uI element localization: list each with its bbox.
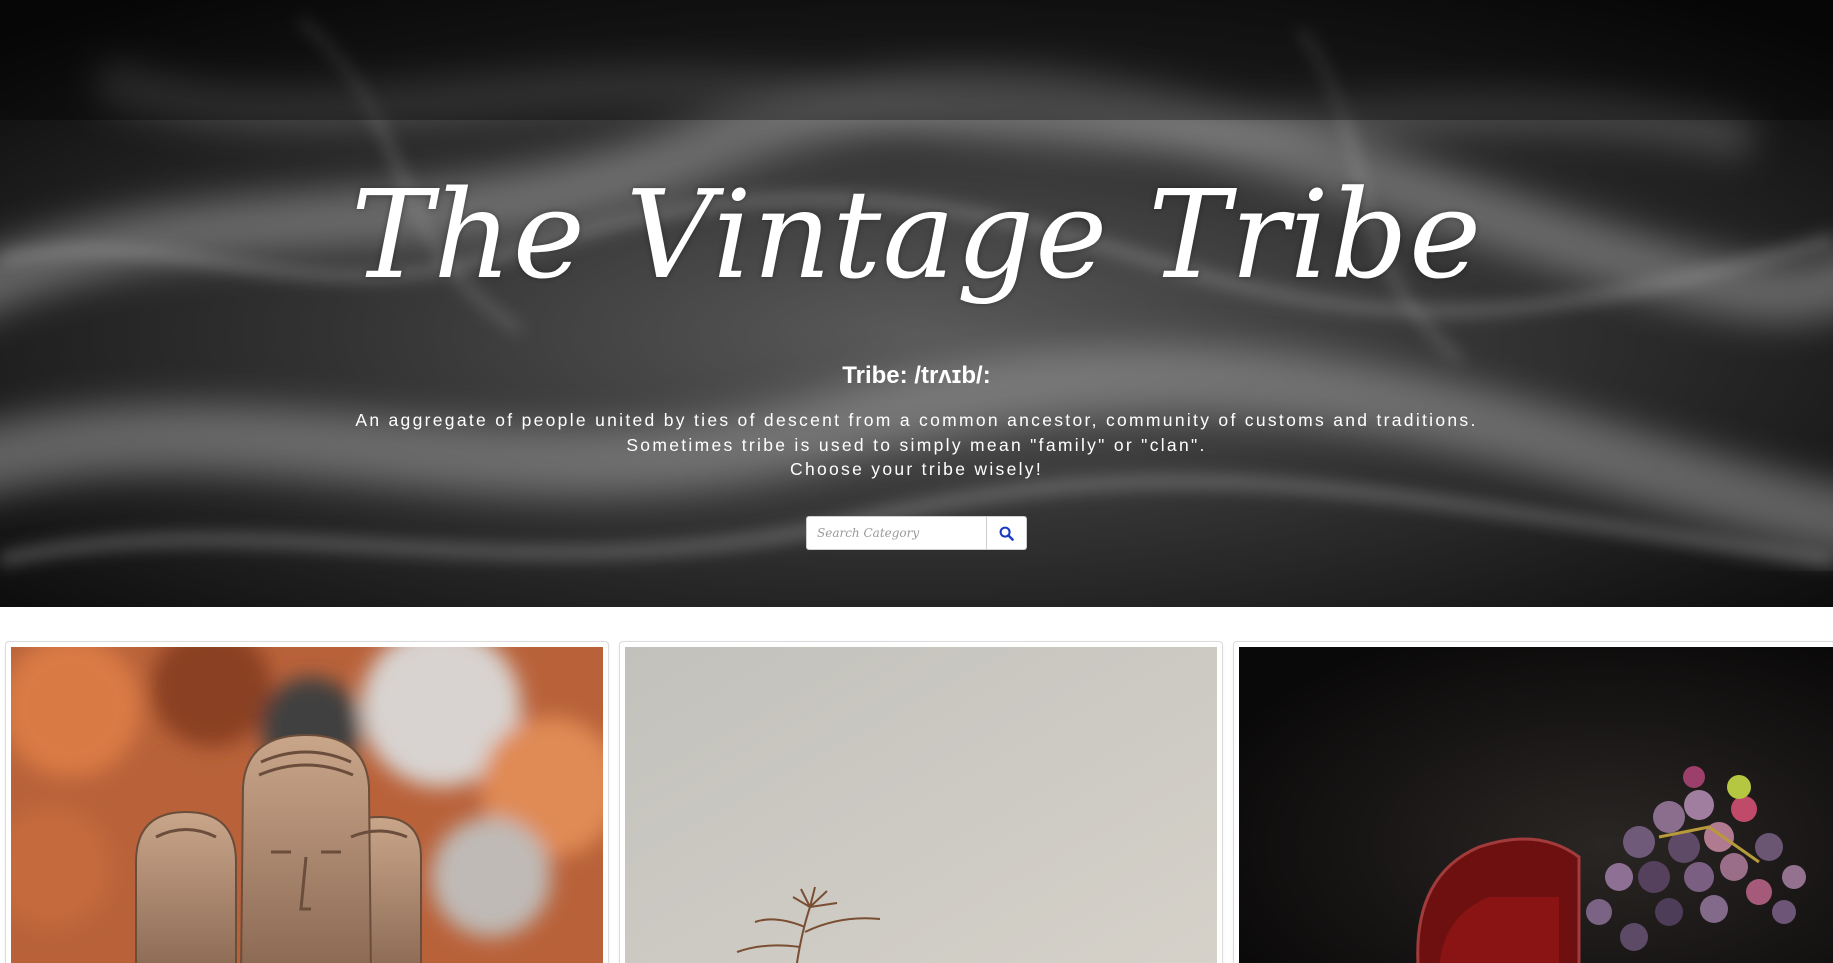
page: The Vintage Tribe Tribe: /trʌɪb/: An agg…	[0, 0, 1833, 963]
category-card[interactable]	[5, 641, 609, 963]
hero-content: The Vintage Tribe Tribe: /trʌɪb/: An agg…	[0, 0, 1833, 607]
search-icon	[999, 526, 1014, 541]
hero-banner: The Vintage Tribe Tribe: /trʌɪb/: An agg…	[0, 0, 1833, 607]
search-category-input[interactable]	[806, 516, 987, 550]
category-card[interactable]	[619, 641, 1223, 963]
category-cards	[0, 641, 1833, 963]
site-title: The Vintage Tribe	[350, 164, 1483, 306]
tribe-definition-text: An aggregate of people united by ties of…	[0, 408, 1833, 482]
wooden-carved-heads-image	[11, 647, 603, 963]
search-button[interactable]	[987, 516, 1027, 550]
dried-plant-image	[625, 647, 1217, 963]
description-line: An aggregate of people united by ties of…	[355, 410, 1478, 430]
description-line: Choose your tribe wisely!	[790, 459, 1043, 479]
description-line: Sometimes tribe is used to simply mean "…	[626, 434, 1207, 455]
tribe-definition-heading: Tribe: /trʌɪb/:	[842, 362, 991, 389]
red-wine-grapes-image	[1239, 647, 1833, 963]
category-card[interactable]	[1233, 641, 1833, 963]
category-search	[806, 516, 1027, 550]
